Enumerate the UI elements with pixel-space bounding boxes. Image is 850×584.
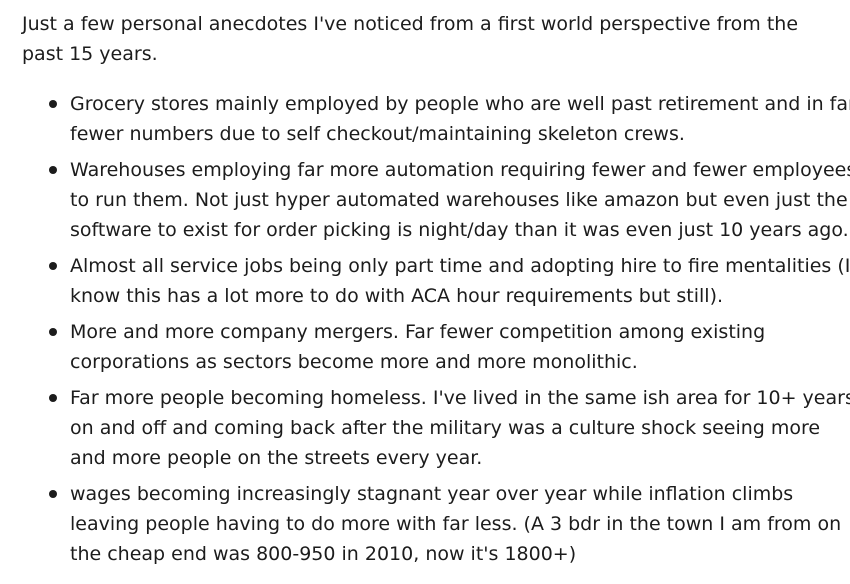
bullet-dot-icon xyxy=(49,100,57,108)
bullet-item: More and more company mergers. Far fewer… xyxy=(22,317,850,377)
bullet-item: wages becoming increasingly stagnant yea… xyxy=(22,479,850,569)
bullet-text: Almost all service jobs being only part … xyxy=(70,255,850,307)
bullet-text: wages becoming increasingly stagnant yea… xyxy=(70,483,842,565)
bullet-text: More and more company mergers. Far fewer… xyxy=(70,321,766,373)
bullet-item: Far more people becoming homeless. I've … xyxy=(22,383,850,473)
bullet-dot-icon xyxy=(49,166,57,174)
comment-intro: Just a few personal anecdotes I've notic… xyxy=(22,13,799,65)
bullet-dot-icon xyxy=(49,394,57,402)
bullet-dot-icon xyxy=(49,262,57,270)
bullet-item: Grocery stores mainly employed by people… xyxy=(22,89,850,149)
bullet-text: Far more people becoming homeless. I've … xyxy=(70,387,850,469)
bullet-dot-icon xyxy=(49,490,57,498)
bullet-item: Warehouses employing far more automation… xyxy=(22,155,850,245)
bullet-dot-icon xyxy=(49,328,57,336)
bullet-list: Grocery stores mainly employed by people… xyxy=(22,89,850,569)
comment-body: Just a few personal anecdotes I've notic… xyxy=(0,0,850,584)
bullet-text: Grocery stores mainly employed by people… xyxy=(70,93,850,145)
bullet-item: Almost all service jobs being only part … xyxy=(22,251,850,311)
bullet-text: Warehouses employing far more automation… xyxy=(70,159,850,241)
